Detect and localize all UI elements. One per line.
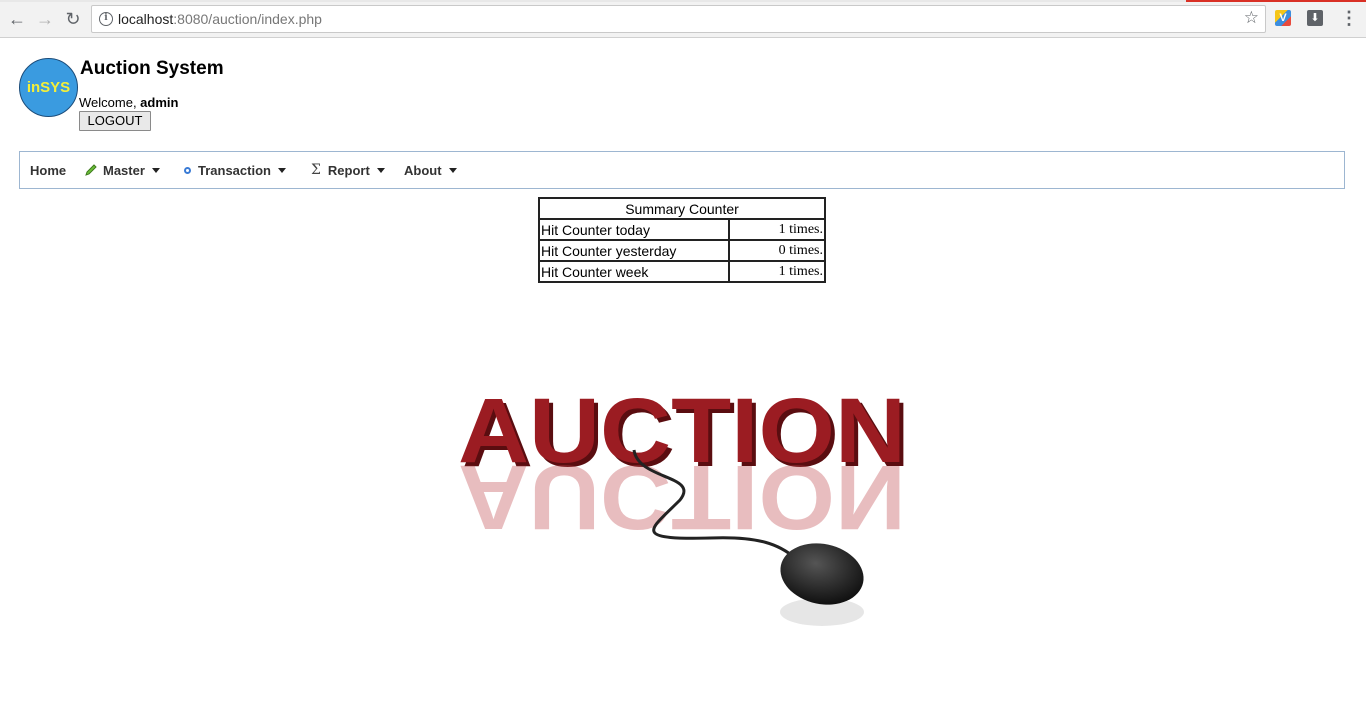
tab-strip-edge xyxy=(0,0,1366,2)
logo-text: inSYS xyxy=(26,79,71,96)
welcome-prefix: Welcome, xyxy=(79,95,141,110)
table-row: Hit Counter week 1 times. xyxy=(538,260,826,283)
main-menu: Home Master Transaction Σ Report About xyxy=(19,151,1345,189)
counter-value: 0 times. xyxy=(728,239,826,262)
menu-item-about[interactable]: About xyxy=(404,152,457,188)
address-bar[interactable]: i localhost:8080/auction/index.php ☆ xyxy=(91,5,1266,33)
download-extension-icon[interactable]: ⬇ xyxy=(1307,10,1323,26)
welcome-text: Welcome, admin xyxy=(79,95,178,110)
pencil-icon xyxy=(85,164,97,176)
menu-item-label: Home xyxy=(30,162,67,178)
extension-v-icon[interactable]: V xyxy=(1275,10,1291,26)
counter-label: Hit Counter yesterday xyxy=(538,239,730,262)
logout-button[interactable]: LOGOUT xyxy=(79,111,151,131)
forward-icon[interactable]: → xyxy=(34,8,56,30)
table-header-row: Summary Counter xyxy=(538,197,826,220)
back-icon[interactable]: ← xyxy=(6,8,28,30)
site-logo: inSYS xyxy=(19,58,78,117)
chevron-down-icon xyxy=(151,168,160,173)
url-path: :8080/auction/index.php xyxy=(173,11,322,27)
chevron-down-icon xyxy=(277,168,286,173)
url-host: localhost xyxy=(118,11,174,27)
browser-toolbar: ← → ↻ i localhost:8080/auction/index.php… xyxy=(0,0,1366,38)
browser-menu-icon[interactable]: ⋮ xyxy=(1340,9,1358,27)
menu-item-master[interactable]: Master xyxy=(84,152,160,188)
menu-item-home[interactable]: Home xyxy=(30,152,66,188)
counter-value: 1 times. xyxy=(728,218,826,241)
table-row: Hit Counter yesterday 0 times. xyxy=(538,239,826,262)
auction-banner-image: AUCTION AUCTION AUCTION xyxy=(458,380,910,626)
menu-item-label: About xyxy=(404,162,442,178)
menu-item-transaction[interactable]: Transaction xyxy=(184,152,286,188)
summary-counter-table: Summary Counter Hit Counter today 1 time… xyxy=(538,197,826,283)
counter-value: 1 times. xyxy=(728,260,826,283)
page-title: Auction System xyxy=(80,58,224,79)
bookmark-star-icon[interactable]: ☆ xyxy=(1244,8,1259,28)
reload-icon[interactable]: ↻ xyxy=(62,8,84,30)
chevron-down-icon xyxy=(448,168,457,173)
username: admin xyxy=(140,95,179,110)
menu-item-report[interactable]: Σ Report xyxy=(311,152,385,188)
tab-accent xyxy=(1186,0,1366,2)
menu-item-label: Master xyxy=(103,162,145,178)
url-text: localhost:8080/auction/index.php xyxy=(118,11,322,27)
gear-icon xyxy=(184,166,191,174)
menu-item-label: Transaction xyxy=(198,162,271,178)
table-row: Hit Counter today 1 times. xyxy=(538,218,826,241)
chevron-down-icon xyxy=(376,168,385,173)
sigma-icon: Σ xyxy=(311,162,321,178)
summary-title: Summary Counter xyxy=(538,197,826,220)
counter-label: Hit Counter today xyxy=(538,218,730,241)
counter-label: Hit Counter week xyxy=(538,260,730,283)
menu-item-label: Report xyxy=(327,162,370,178)
info-icon[interactable]: i xyxy=(99,12,113,26)
